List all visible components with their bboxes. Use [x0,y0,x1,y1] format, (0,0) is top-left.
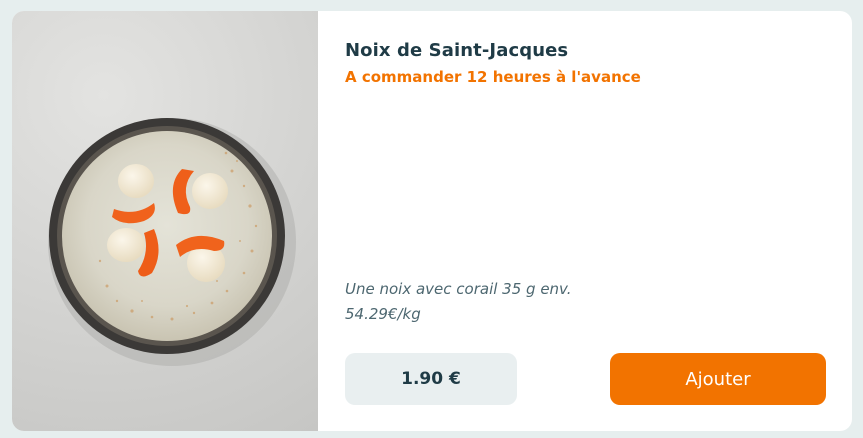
add-button-label: Ajouter [685,368,751,390]
scallops-plate-illustration [48,118,296,366]
product-description: Une noix avec corail 35 g env. [345,280,572,298]
product-title: Noix de Saint-Jacques [345,40,569,61]
price-value: 1.90 € [401,369,461,389]
add-to-cart-button[interactable]: Ajouter [610,353,826,405]
product-image [12,11,318,431]
product-card: Noix de Saint-Jacques A commander 12 heu… [12,11,852,431]
price-per-kg: 54.29€/kg [345,305,421,323]
product-details: Noix de Saint-Jacques A commander 12 heu… [318,11,852,431]
price-display: 1.90 € [345,353,517,405]
order-notice: A commander 12 heures à l'avance [345,68,641,86]
